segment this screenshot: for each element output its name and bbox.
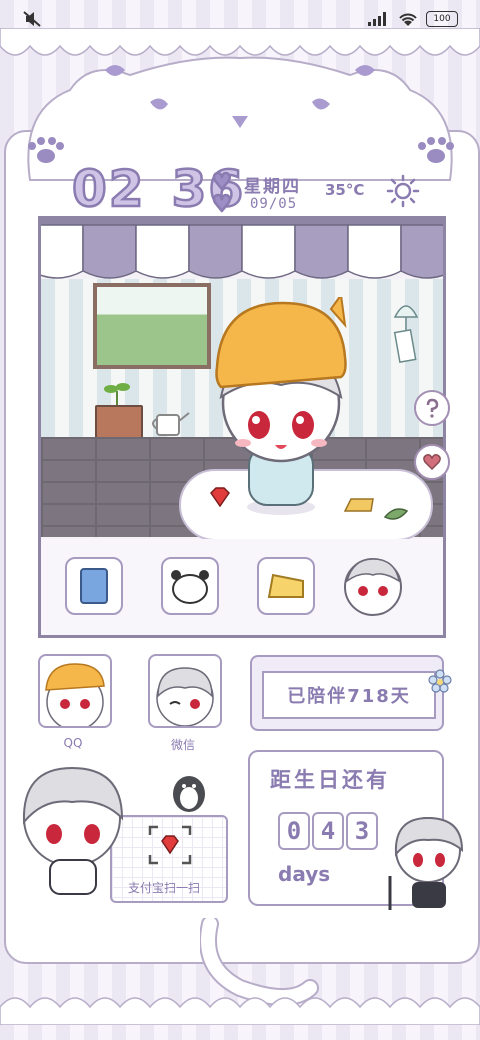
avatar	[45, 663, 105, 726]
qq-app-label: QQ	[63, 736, 83, 750]
wechat-app-icon[interactable]	[148, 654, 222, 728]
leaf-icon	[383, 508, 409, 520]
battery-icon: 100	[426, 11, 458, 27]
clock-colon: ♥ ♥	[211, 170, 234, 217]
countdown-digit: 0	[278, 812, 310, 850]
qq-app-icon[interactable]	[38, 654, 112, 728]
scan-frame-icon	[148, 825, 192, 865]
wechat-app-label: 微信	[170, 738, 195, 752]
clock-minutes: 36	[170, 159, 246, 220]
date-label: 09/05	[250, 196, 298, 212]
avatar	[156, 667, 214, 726]
striped-awning	[41, 219, 443, 279]
birthday-title: 距生日还有	[270, 768, 390, 792]
shop-scene[interactable]	[38, 216, 446, 638]
paw-icon	[418, 137, 454, 163]
chibi-character	[22, 766, 124, 895]
help-button[interactable]	[414, 390, 450, 426]
favorite-button[interactable]	[414, 444, 450, 480]
clock-hours: 02	[71, 159, 146, 220]
mute-icon	[23, 11, 41, 27]
panda-icon	[171, 570, 209, 604]
countdown-digit: 3	[346, 812, 378, 850]
sun-icon	[386, 174, 420, 208]
paw-icon	[28, 137, 64, 163]
wind-chime-icon	[393, 305, 419, 364]
days-together-widget[interactable]: 已陪伴718天	[250, 655, 452, 731]
card-item-button[interactable]	[65, 557, 123, 615]
watering-can-icon	[152, 412, 190, 436]
card-icon	[80, 568, 108, 604]
question-icon	[426, 398, 439, 418]
cheese-icon	[267, 573, 304, 598]
wifi-icon	[399, 13, 417, 26]
days-together-text: 已陪伴718天	[262, 671, 436, 719]
temperature-label: 35°C	[325, 181, 365, 199]
penguin-sticker	[173, 776, 205, 812]
countdown-digit: 4	[312, 812, 344, 850]
heart-icon	[423, 454, 441, 470]
panda-item-button[interactable]	[161, 557, 219, 615]
chibi-character	[215, 297, 347, 515]
sprout-icon	[104, 383, 130, 407]
days-unit-label: days	[278, 862, 331, 886]
flower-icon	[428, 669, 452, 693]
clock-widget[interactable]: 02 36 ♥ ♥	[71, 159, 246, 220]
signal-icon	[368, 12, 386, 26]
scallop-border-bottom	[0, 997, 480, 1025]
character-sticker[interactable]	[333, 553, 413, 619]
cheese-item-button[interactable]	[257, 557, 315, 615]
chibi-character	[388, 816, 464, 910]
weekday-label: 星期四	[244, 177, 301, 197]
